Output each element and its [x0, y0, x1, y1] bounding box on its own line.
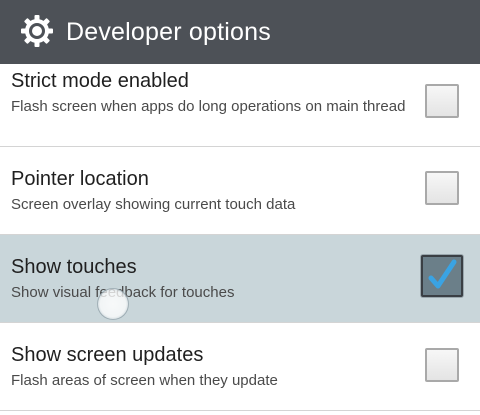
setting-title: Strict mode enabled: [11, 70, 189, 92]
checkmark-icon: [428, 259, 457, 289]
pointer-location-checkbox[interactable]: [425, 171, 459, 205]
setting-pointer-location[interactable]: Pointer location Screen overlay showing …: [0, 147, 480, 235]
show-touches-checkbox[interactable]: [421, 255, 463, 297]
setting-title: Show touches: [11, 256, 137, 278]
action-bar: Developer options: [0, 0, 480, 64]
setting-show-touches[interactable]: Show touches Show visual feedback for to…: [0, 235, 480, 323]
setting-summary: Flash areas of screen when they update: [11, 372, 278, 389]
setting-title: Pointer location: [11, 168, 149, 190]
settings-list: Strict mode enabled Flash screen when ap…: [0, 64, 480, 411]
setting-summary: Show visual feedback for touches: [11, 284, 235, 301]
setting-show-screen-updates[interactable]: Show screen updates Flash areas of scree…: [0, 323, 480, 411]
setting-title: Show screen updates: [11, 344, 204, 366]
setting-strict-mode[interactable]: Strict mode enabled Flash screen when ap…: [0, 64, 480, 147]
strict-mode-checkbox[interactable]: [425, 84, 459, 118]
setting-summary: Flash screen when apps do long operation…: [11, 98, 406, 115]
page-title: Developer options: [66, 18, 271, 46]
touch-indicator: [97, 288, 129, 320]
gear-icon[interactable]: [19, 13, 55, 49]
setting-summary: Screen overlay showing current touch dat…: [11, 196, 296, 213]
show-screen-updates-checkbox[interactable]: [425, 348, 459, 382]
